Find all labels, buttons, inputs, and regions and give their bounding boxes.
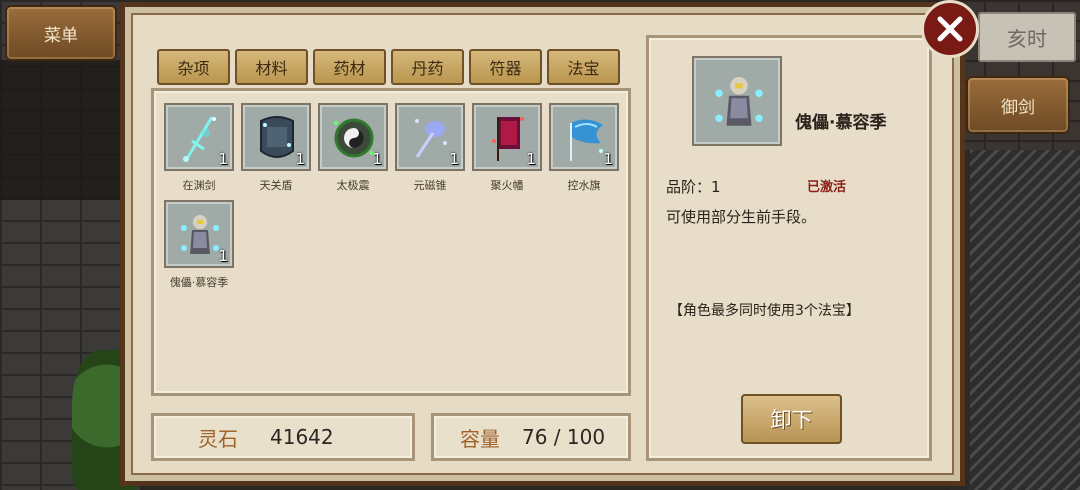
water-flag-icon (570, 119, 603, 161)
item-name: 聚火幡 (490, 179, 524, 192)
item-frame[interactable]: 1 (164, 200, 234, 268)
tab-pills[interactable]: 丹药 (391, 49, 464, 85)
item-frame[interactable]: 1 (395, 103, 465, 171)
item-name: 在渊剑 (182, 179, 216, 192)
spirit-stone-counter: 灵石 41642 (151, 413, 415, 461)
item-slot[interactable]: 1 太极震 (318, 103, 388, 193)
item-count: 1 (449, 150, 459, 168)
activation-status: 已激活 (807, 180, 847, 195)
item-frame[interactable]: 1 (318, 103, 388, 171)
capacity-value: 76 / 100 (522, 425, 606, 449)
time-indicator: 亥时 (978, 12, 1076, 62)
item-slot[interactable]: 1 在渊剑 (164, 103, 234, 193)
treasure-limit-note: 【角色最多同时使用3个法宝】 (669, 303, 860, 319)
item-count: 1 (218, 150, 228, 168)
magnet-cone-icon (415, 119, 447, 158)
puppet-figure-icon (181, 215, 219, 254)
capacity-counter: 容量 76 / 100 (431, 413, 631, 461)
item-slot[interactable]: 1 天关盾 (241, 103, 311, 193)
item-name: 天关盾 (259, 179, 293, 192)
stone-shield-icon (260, 116, 294, 158)
item-count: 1 (603, 150, 613, 168)
item-description: 可使用部分生前手段。 (666, 208, 817, 226)
item-name: 控水旗 (567, 179, 601, 192)
detail-item-name: 傀儡·慕容季 (795, 113, 887, 133)
item-count: 1 (526, 150, 536, 168)
dark-roof-band (0, 60, 140, 200)
puppet-figure-icon (715, 77, 763, 126)
tab-talismans[interactable]: 符器 (469, 49, 542, 85)
item-grade: 品阶：1 (666, 178, 721, 196)
menu-button[interactable]: 菜单 (5, 5, 117, 61)
close-button[interactable] (921, 0, 979, 58)
item-slot[interactable]: 1 傀儡·慕容季 (164, 200, 234, 290)
capacity-label: 容量 (460, 426, 500, 451)
fire-banner-icon (492, 117, 524, 161)
item-name: 傀儡·慕容季 (169, 276, 229, 289)
item-name: 元磁锥 (413, 179, 447, 192)
close-icon (937, 16, 963, 42)
item-count: 1 (295, 150, 305, 168)
item-slot[interactable]: 1 控水旗 (549, 103, 619, 193)
spirit-stone-value: 41642 (270, 425, 334, 449)
unequip-button[interactable]: 卸下 (741, 394, 842, 444)
item-name: 太极震 (336, 179, 370, 192)
item-frame[interactable]: 1 (472, 103, 542, 171)
taiji-disc-icon (334, 118, 374, 158)
item-frame[interactable]: 1 (241, 103, 311, 171)
tab-herbs[interactable]: 药材 (313, 49, 386, 85)
category-tabs: 杂项 材料 药材 丹药 符器 法宝 (157, 49, 620, 85)
detail-item-frame (692, 56, 782, 146)
item-count: 1 (372, 150, 382, 168)
brick-wall-left (0, 0, 142, 490)
building-right (950, 0, 1080, 490)
item-slot[interactable]: 1 聚火幡 (472, 103, 542, 193)
tiled-roof (970, 150, 1080, 490)
tab-treasures[interactable]: 法宝 (547, 49, 620, 85)
cyan-sword-icon (183, 116, 216, 162)
item-count: 1 (218, 247, 228, 265)
fly-sword-button[interactable]: 御剑 (966, 76, 1070, 134)
tab-materials[interactable]: 材料 (235, 49, 308, 85)
item-slot[interactable]: 1 元磁锥 (395, 103, 465, 193)
item-frame[interactable]: 1 (549, 103, 619, 171)
spirit-stone-label: 灵石 (198, 426, 238, 451)
tab-misc[interactable]: 杂项 (157, 49, 230, 85)
item-frame[interactable]: 1 (164, 103, 234, 171)
